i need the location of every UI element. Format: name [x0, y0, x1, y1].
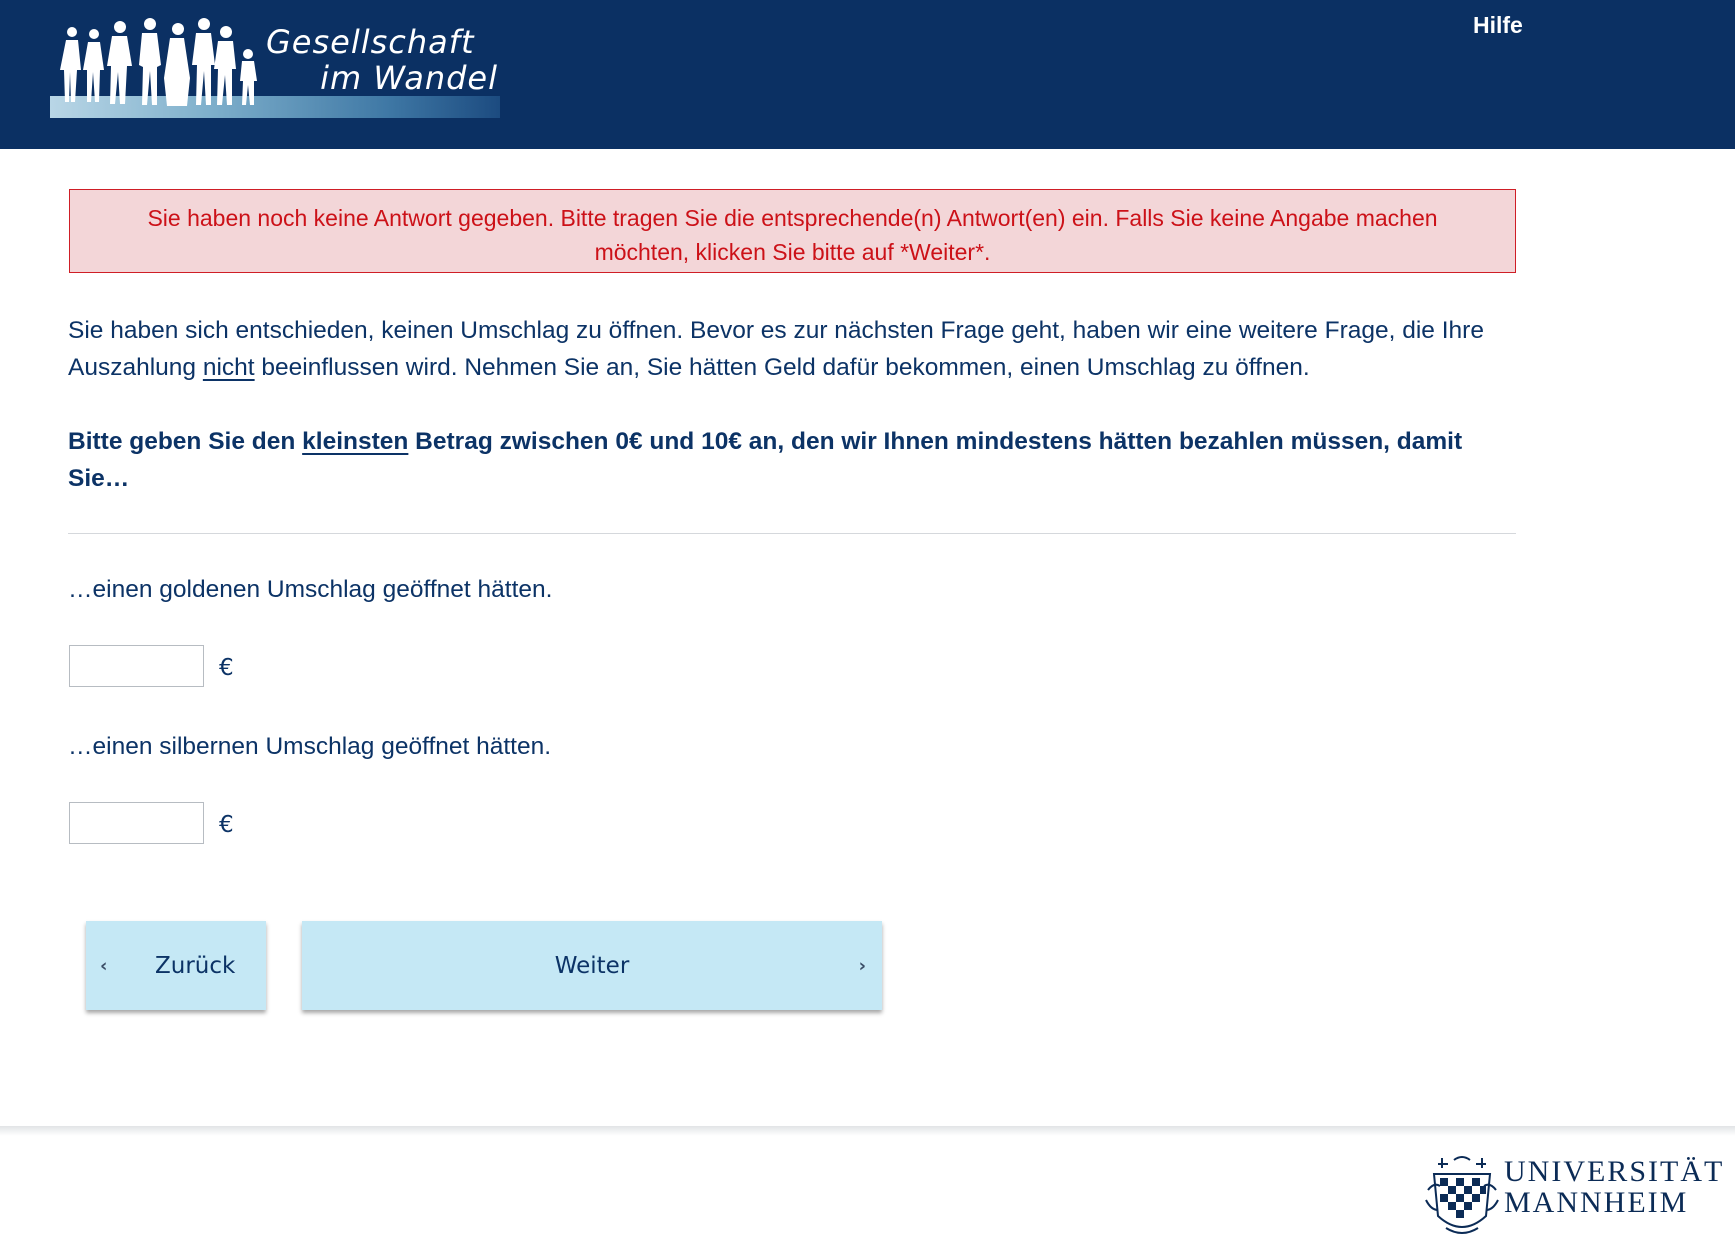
- universitaet-mannheim-logo: UNIVERSITÄT MANNHEIM: [1424, 1154, 1724, 1240]
- chevron-right-icon: ›: [858, 955, 866, 976]
- people-silhouette-icon: [60, 18, 257, 106]
- gold-unit-label: €: [219, 655, 234, 681]
- university-crest-icon: [1425, 1156, 1499, 1234]
- divider: [68, 533, 1516, 534]
- footer-divider: [0, 1126, 1735, 1136]
- back-button[interactable]: ‹ Zurück: [86, 921, 266, 1010]
- university-name-line2: MANNHEIM: [1504, 1186, 1689, 1219]
- back-button-label: Zurück: [155, 952, 236, 979]
- gold-amount-input[interactable]: [69, 645, 204, 687]
- item-label-gold: …einen goldenen Umschlag geöffnet hätten…: [68, 576, 553, 603]
- logo-text: Gesellschaft im Wandel: [260, 24, 500, 96]
- intro-text-part2: beeinflussen wird. Nehmen Sie an, Sie hä…: [254, 354, 1310, 381]
- silver-amount-input[interactable]: [69, 802, 204, 844]
- question-text-part1: Bitte geben Sie den: [68, 428, 303, 455]
- item-label-silver: …einen silbernen Umschlag geöffnet hätte…: [68, 733, 552, 760]
- chevron-left-icon: ‹: [100, 955, 108, 976]
- header: Gesellschaft im Wandel Hilfe: [0, 0, 1735, 149]
- error-message: Sie haben noch keine Antwort gegeben. Bi…: [69, 189, 1516, 273]
- intro-text: Sie haben sich entschieden, keinen Umsch…: [68, 312, 1528, 386]
- university-name-line1: UNIVERSITÄT: [1504, 1155, 1725, 1188]
- question-text: Bitte geben Sie den kleinsten Betrag zwi…: [68, 423, 1528, 497]
- intro-emphasis: nicht: [202, 354, 255, 381]
- help-link[interactable]: Hilfe: [1473, 12, 1523, 39]
- next-button[interactable]: Weiter ›: [302, 921, 882, 1010]
- gesellschaft-im-wandel-logo: Gesellschaft im Wandel: [48, 10, 502, 126]
- next-button-label: Weiter: [554, 952, 630, 979]
- logo-line2: im Wandel: [320, 59, 498, 97]
- logo-line1: Gesellschaft: [266, 23, 475, 61]
- question-emphasis: kleinsten: [302, 428, 409, 455]
- silver-unit-label: €: [219, 812, 234, 838]
- university-name: UNIVERSITÄT MANNHEIM: [1504, 1156, 1724, 1218]
